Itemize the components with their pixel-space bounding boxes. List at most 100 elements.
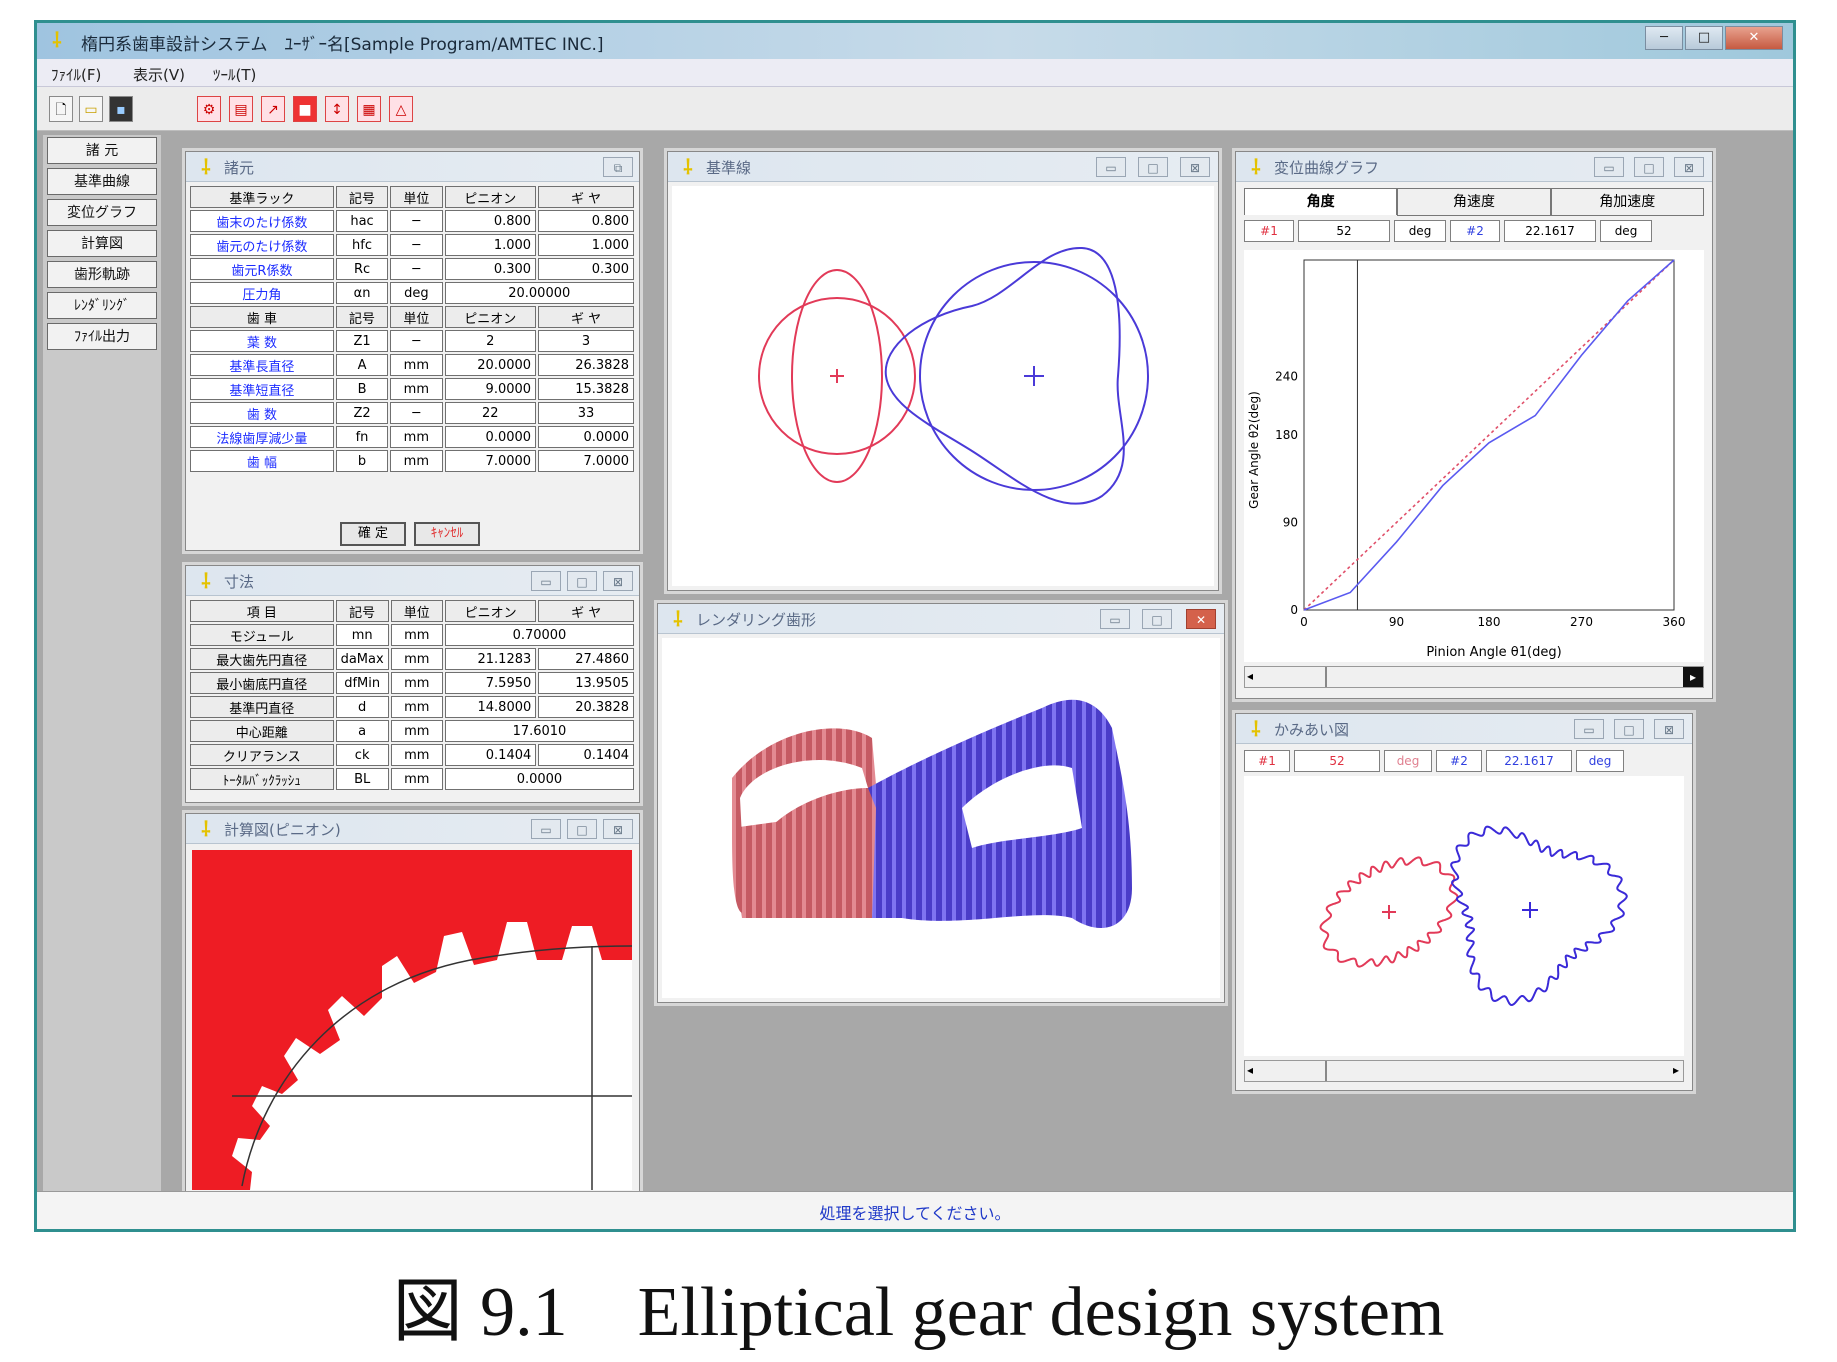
displacement-graph-window: ⸸ 変位曲線グラフ ▭ □ ⊠ 角度 角速度 角加速度 #1 52 deg #2… bbox=[1235, 151, 1713, 699]
scroll-left-icon[interactable]: ◂ bbox=[1247, 669, 1253, 683]
gear-value: 0.1404 bbox=[538, 744, 634, 766]
sidebar-item-tooth-path[interactable]: 歯形軌跡 bbox=[47, 261, 157, 288]
close-button[interactable]: ⊠ bbox=[1654, 719, 1684, 739]
marker-1-unit: deg bbox=[1394, 220, 1446, 242]
close-button[interactable]: ✕ bbox=[1186, 609, 1216, 629]
sidebar-item-calc-figure[interactable]: 計算図 bbox=[47, 230, 157, 257]
sort-tool-icon[interactable]: ↕ bbox=[325, 96, 349, 122]
minimize-button[interactable]: ▭ bbox=[1594, 157, 1624, 177]
gear-value-input[interactable]: 0.800 bbox=[538, 210, 634, 232]
param-label: 歯元のたけ係数 bbox=[190, 234, 334, 256]
pinion-value-input[interactable]: 20.0000 bbox=[444, 354, 537, 376]
item-label: クリアランス bbox=[190, 744, 334, 766]
gear-tool-icon[interactable]: ⚙ bbox=[197, 96, 221, 122]
minimize-button[interactable]: ▭ bbox=[1100, 609, 1130, 629]
scroll-thumb[interactable] bbox=[1325, 667, 1327, 687]
tab-angle[interactable]: 角度 bbox=[1244, 188, 1398, 215]
maximize-button[interactable]: □ bbox=[1634, 157, 1664, 177]
param-unit: ─ bbox=[390, 402, 443, 424]
scroll-right-icon[interactable]: ▸ bbox=[1673, 1063, 1679, 1077]
item-label: 中心距離 bbox=[190, 720, 334, 742]
menu-file[interactable]: ﾌｧｲﾙ(F) bbox=[51, 64, 101, 85]
gear-value-input[interactable]: 15.3828 bbox=[538, 378, 634, 400]
maximize-button[interactable]: □ bbox=[1685, 26, 1723, 50]
image-tool-icon[interactable]: ▦ bbox=[357, 96, 381, 122]
pinion-value-input[interactable]: 0.300 bbox=[444, 258, 537, 280]
gear-value: 27.4860 bbox=[538, 648, 634, 670]
x-tick-label: 180 bbox=[1478, 615, 1501, 629]
maximize-button[interactable]: □ bbox=[1614, 719, 1644, 739]
maximize-button[interactable]: □ bbox=[1138, 157, 1168, 177]
scroll-left-icon[interactable]: ◂ bbox=[1247, 1063, 1253, 1077]
gear-value-input[interactable]: 1.000 bbox=[538, 234, 634, 256]
dimensions-table: 項 目 記号 単位 ピニオン ギ ヤ モジュール mn mm 0.70000 最… bbox=[188, 598, 636, 792]
sidebar-item-rendering[interactable]: ﾚﾝﾀﾞﾘﾝｸﾞ bbox=[47, 292, 157, 319]
table-row: 歯 数 Z2 ─ 22 33 bbox=[190, 402, 634, 424]
window-title: 寸法 bbox=[224, 573, 255, 591]
param-symbol: Rc bbox=[335, 258, 389, 280]
menu-view[interactable]: 表示(V) bbox=[133, 64, 185, 85]
restore-button[interactable]: ⧉ bbox=[603, 157, 633, 177]
scroll-thumb[interactable] bbox=[1325, 1061, 1327, 1081]
tab-angular-velocity[interactable]: 角速度 bbox=[1397, 188, 1551, 216]
minimize-button[interactable]: ▭ bbox=[531, 819, 561, 839]
maximize-button[interactable]: □ bbox=[567, 571, 597, 591]
scroll-right-icon[interactable]: ▸ bbox=[1683, 667, 1703, 687]
x-tick-label: 0 bbox=[1300, 615, 1308, 629]
minimize-button[interactable]: ─ bbox=[1645, 26, 1683, 50]
param-symbol: b bbox=[335, 450, 389, 472]
save-disk-icon[interactable]: ▪ bbox=[109, 96, 133, 122]
confirm-button[interactable]: 確 定 bbox=[340, 522, 406, 546]
graph-tool-icon[interactable]: ↗ bbox=[261, 96, 285, 122]
color-tool-icon[interactable]: ■ bbox=[293, 96, 317, 122]
item-label: 最大歯先円直径 bbox=[190, 648, 334, 670]
param-unit: ─ bbox=[390, 234, 443, 256]
close-button[interactable]: ⊠ bbox=[1674, 157, 1704, 177]
item-unit: mm bbox=[390, 624, 443, 646]
sidebar-item-displacement-graph[interactable]: 変位グラフ bbox=[47, 199, 157, 226]
print-tool-icon[interactable]: △ bbox=[389, 96, 413, 122]
menu-tools[interactable]: ﾂｰﾙ(T) bbox=[213, 64, 256, 85]
pinion-value-input[interactable]: 0.800 bbox=[444, 210, 537, 232]
shared-value-input[interactable]: 20.00000 bbox=[444, 282, 634, 304]
pinion-value-input[interactable]: 9.0000 bbox=[444, 378, 537, 400]
gear-value-input[interactable]: 0.300 bbox=[538, 258, 634, 280]
pinion-value-input[interactable]: 1.000 bbox=[444, 234, 537, 256]
param-label: 歯元R係数 bbox=[190, 258, 334, 280]
menu-bar: ﾌｧｲﾙ(F) 表示(V) ﾂｰﾙ(T) bbox=[37, 59, 1793, 87]
maximize-button[interactable]: □ bbox=[1142, 609, 1172, 629]
open-folder-icon[interactable]: ▭ bbox=[79, 96, 103, 122]
tab-angular-acceleration[interactable]: 角加速度 bbox=[1550, 188, 1704, 216]
pinion-value-input[interactable]: 0.0000 bbox=[444, 426, 537, 448]
pinion-value-input[interactable]: 22 bbox=[444, 402, 537, 424]
new-file-icon[interactable]: 🗋 bbox=[49, 96, 73, 122]
cancel-button[interactable]: ｷｬﾝｾﾙ bbox=[414, 522, 480, 546]
x-tick-label: 360 bbox=[1663, 615, 1686, 629]
item-symbol: dfMin bbox=[335, 672, 389, 694]
pinion-value-input[interactable]: 7.0000 bbox=[444, 450, 537, 472]
y-axis-label: Gear Angle θ2(deg) bbox=[1247, 391, 1261, 509]
gear-value-input[interactable]: 0.0000 bbox=[538, 426, 634, 448]
minimize-button[interactable]: ▭ bbox=[531, 571, 561, 591]
sidebar-item-file-output[interactable]: ﾌｧｲﾙ出力 bbox=[47, 323, 157, 350]
pinion-value-input[interactable]: 2 bbox=[444, 330, 537, 352]
close-button[interactable]: ⊠ bbox=[603, 819, 633, 839]
spec-window-titlebar: ⸸ 諸元 ⧉ bbox=[186, 152, 639, 182]
table-tool-icon[interactable]: ▤ bbox=[229, 96, 253, 122]
sidebar-item-spec[interactable]: 諸 元 bbox=[47, 137, 157, 164]
horizontal-scrollbar[interactable]: ◂ ▸ bbox=[1244, 666, 1704, 688]
minimize-button[interactable]: ▭ bbox=[1096, 157, 1126, 177]
gear-value-input[interactable]: 33 bbox=[538, 402, 634, 424]
gear-value-input[interactable]: 7.0000 bbox=[538, 450, 634, 472]
header-cell: ギ ヤ bbox=[538, 186, 634, 208]
maximize-button[interactable]: □ bbox=[567, 819, 597, 839]
horizontal-scrollbar[interactable]: ◂ ▸ bbox=[1244, 1060, 1684, 1082]
close-button[interactable]: ✕ bbox=[1725, 26, 1783, 50]
gear-value-input[interactable]: 26.3828 bbox=[538, 354, 634, 376]
sidebar-item-base-curve[interactable]: 基準曲線 bbox=[47, 168, 157, 195]
marker-1-label: #1 bbox=[1244, 750, 1290, 772]
minimize-button[interactable]: ▭ bbox=[1574, 719, 1604, 739]
close-button[interactable]: ⊠ bbox=[603, 571, 633, 591]
close-button[interactable]: ⊠ bbox=[1180, 157, 1210, 177]
gear-value-input[interactable]: 3 bbox=[538, 330, 634, 352]
